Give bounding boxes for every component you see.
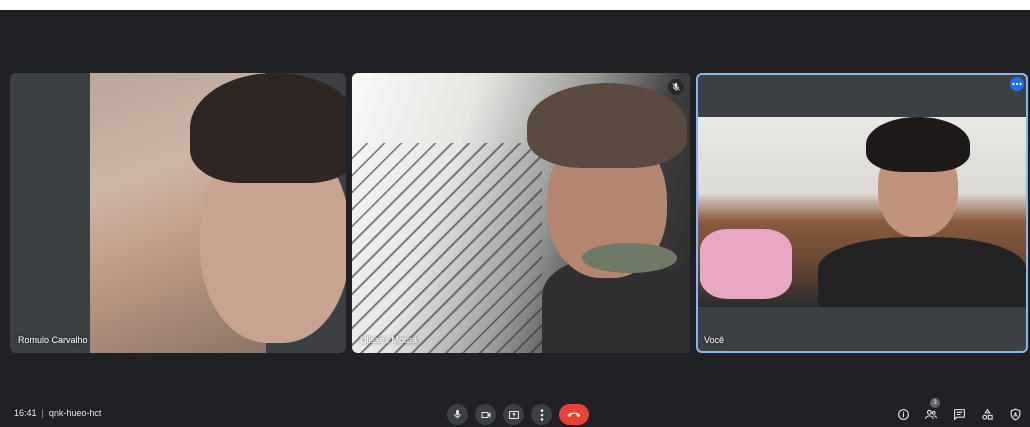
host-controls-button[interactable] <box>1006 404 1024 424</box>
participant-video-1 <box>90 73 346 353</box>
info-icon <box>897 408 910 421</box>
call-controls <box>447 404 589 426</box>
microphone-icon <box>452 409 463 420</box>
participant-mask <box>582 243 677 273</box>
microphone-button[interactable] <box>447 404 468 425</box>
people-button[interactable]: 3 <box>922 398 940 424</box>
participant-tile-2[interactable]: Ulisses Moura <box>352 73 690 353</box>
meeting-time: 16:41 <box>14 408 37 418</box>
video-stage: Romulo Carvalho Ulisses Moura Você <box>0 10 1030 382</box>
top-bar <box>0 0 1030 10</box>
camera-button[interactable] <box>475 404 496 425</box>
activities-button[interactable] <box>978 404 996 424</box>
side-controls: 3 <box>894 398 1024 424</box>
meeting-info-button[interactable] <box>894 404 912 424</box>
meeting-code: qnk-hueo-hct <box>48 408 102 418</box>
end-call-button[interactable] <box>559 404 589 425</box>
present-screen-button[interactable] <box>503 404 524 425</box>
background-object <box>700 229 792 299</box>
more-options-icon[interactable] <box>1010 77 1024 91</box>
activities-icon <box>981 408 994 421</box>
end-call-icon <box>567 411 581 419</box>
participant-hair <box>527 83 687 168</box>
mic-muted-icon <box>668 79 684 95</box>
participant-hair <box>866 117 970 172</box>
participant-tile-1[interactable]: Romulo Carvalho <box>10 73 346 353</box>
participant-name: Você <box>704 335 725 345</box>
bottom-bar: 16:41 | qnk-hueo-hct 3 <box>0 382 1030 427</box>
participant-name: Romulo Carvalho <box>18 335 88 345</box>
present-screen-icon <box>508 409 520 421</box>
background-stairs <box>352 143 542 353</box>
participant-tile-self[interactable]: Você <box>696 73 1028 353</box>
camera-icon <box>480 409 492 421</box>
more-options-button[interactable] <box>531 404 552 425</box>
chat-button[interactable] <box>950 404 968 424</box>
participant-hair <box>190 73 346 183</box>
participant-name: Ulisses Moura <box>360 335 418 345</box>
people-icon <box>924 408 938 421</box>
people-count-badge: 3 <box>930 398 940 408</box>
host-controls-icon <box>1009 408 1022 421</box>
chat-icon <box>953 408 966 421</box>
separator: | <box>41 408 44 418</box>
participant-video-self <box>698 117 1026 307</box>
participant-video-2 <box>352 73 690 353</box>
meeting-details[interactable]: 16:41 | qnk-hueo-hct <box>14 408 101 418</box>
more-vertical-icon <box>540 408 544 421</box>
participant-body <box>818 237 1026 307</box>
